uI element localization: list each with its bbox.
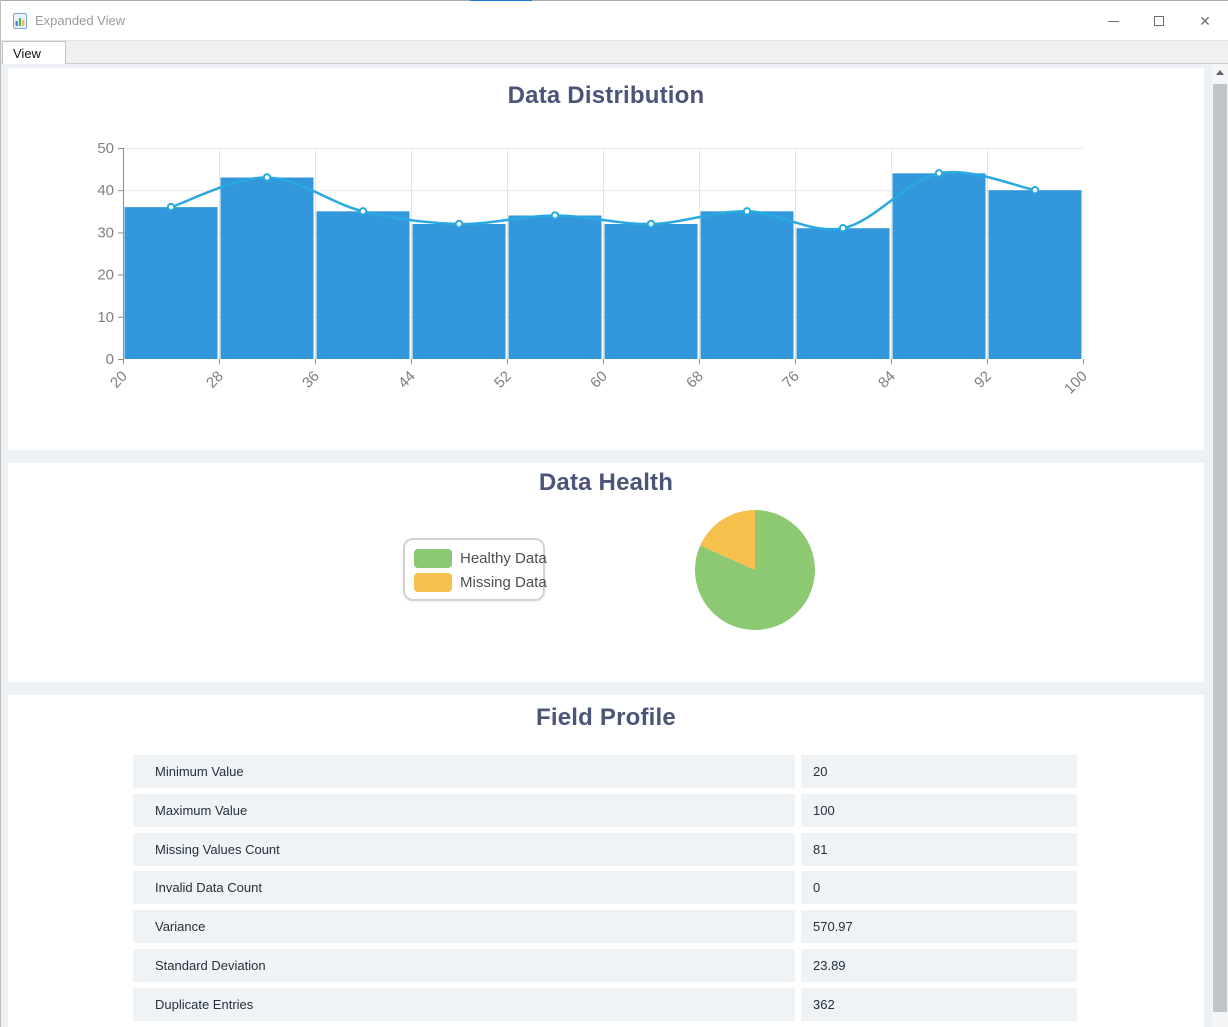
x-tick-label: 28 [203, 368, 227, 392]
panel-field-profile: Field Profile Minimum Value20Maximum Val… [8, 695, 1204, 1027]
x-tick-label: 92 [971, 368, 995, 392]
row-value: 100 [801, 794, 1077, 827]
x-tick-label: 84 [875, 368, 899, 392]
curve-marker [456, 221, 462, 227]
curve-marker [552, 212, 558, 218]
table-row: Variance570.97 [133, 910, 1077, 943]
content-area: Data Distribution 0102030405020283644526… [1, 64, 1212, 1027]
window-controls: ✕ [1090, 1, 1228, 41]
maximize-icon [1154, 16, 1164, 26]
curve-marker [360, 208, 366, 214]
row-label: Standard Deviation [133, 949, 795, 982]
x-tick-label: 52 [491, 368, 515, 392]
row-label: Minimum Value [133, 755, 795, 788]
panel-data-distribution: Data Distribution 0102030405020283644526… [8, 68, 1204, 450]
curve-marker [1032, 187, 1038, 193]
curve-marker [264, 174, 270, 180]
table-row: Maximum Value100 [133, 794, 1077, 827]
histogram-bar [701, 211, 794, 359]
y-tick-label: 30 [97, 224, 114, 241]
row-label: Invalid Data Count [133, 871, 795, 904]
histogram-chart: 0 10 20 30 40 50 20 28 36 44 52 60 68 76 84 92 100 [8, 68, 1204, 450]
window-title: Expanded View [35, 13, 125, 28]
histogram-bar [509, 216, 602, 360]
close-button[interactable]: ✕ [1182, 1, 1228, 41]
histogram-bar [221, 178, 314, 360]
histogram-bar [317, 211, 410, 359]
curve-marker [648, 221, 654, 227]
row-value: 0 [801, 871, 1077, 904]
minimize-button[interactable] [1090, 1, 1136, 41]
x-tick-label: 20 [107, 368, 131, 392]
histogram-bar [125, 207, 218, 359]
panel-data-health: Data Health Healthy DataMissing Data [8, 463, 1204, 682]
x-tick-label: 100 [1061, 368, 1091, 398]
app-icon [13, 13, 27, 29]
row-value: 20 [801, 755, 1077, 788]
curve-marker [168, 204, 174, 210]
table-row: Invalid Data Count0 [133, 871, 1077, 904]
histogram-bar [989, 190, 1082, 359]
table-row: Minimum Value20 [133, 755, 1077, 788]
close-icon: ✕ [1199, 14, 1211, 28]
table-row: Missing Values Count81 [133, 833, 1077, 866]
x-tick-label: 36 [299, 368, 323, 392]
pie-chart [8, 463, 1204, 682]
row-label: Duplicate Entries [133, 988, 795, 1021]
y-tick-label: 20 [97, 267, 114, 284]
y-tick-label: 0 [106, 351, 114, 368]
row-value: 570.97 [801, 910, 1077, 943]
profile-title: Field Profile [8, 704, 1204, 732]
table-row: Standard Deviation23.89 [133, 949, 1077, 982]
field-profile-table: Minimum Value20Maximum Value100Missing V… [133, 755, 1077, 1027]
x-tick-label: 76 [779, 368, 803, 392]
curve-marker [744, 208, 750, 214]
tab-view-label: View [13, 46, 41, 61]
minimize-icon [1108, 21, 1119, 22]
menu-bar: View [1, 40, 1228, 64]
vertical-scrollbar[interactable] [1212, 64, 1228, 1027]
histogram-bar [797, 228, 890, 359]
row-value: 23.89 [801, 949, 1077, 982]
row-label: Variance [133, 910, 795, 943]
curve-marker [840, 225, 846, 231]
maximize-button[interactable] [1136, 1, 1182, 41]
x-tick-label: 44 [395, 368, 419, 392]
curve-marker [936, 170, 942, 176]
scrollbar-thumb[interactable] [1213, 84, 1227, 1012]
histogram-bar [413, 224, 506, 359]
row-label: Missing Values Count [133, 833, 795, 866]
table-row: Duplicate Entries362 [133, 988, 1077, 1021]
histogram-bar [605, 224, 698, 359]
x-tick-label: 68 [683, 368, 707, 392]
y-tick-label: 50 [97, 140, 114, 157]
y-tick-label: 10 [97, 309, 114, 326]
histogram-bar [893, 173, 986, 359]
x-tick-label: 60 [587, 368, 611, 392]
row-value: 81 [801, 833, 1077, 866]
row-label: Maximum Value [133, 794, 795, 827]
scroll-up-arrow-icon [1216, 70, 1224, 75]
row-value: 362 [801, 988, 1077, 1021]
title-bar: Expanded View ✕ [1, 1, 1228, 40]
tab-view[interactable]: View [2, 41, 66, 65]
y-tick-label: 40 [97, 182, 114, 199]
scroll-up-button[interactable] [1212, 64, 1228, 81]
